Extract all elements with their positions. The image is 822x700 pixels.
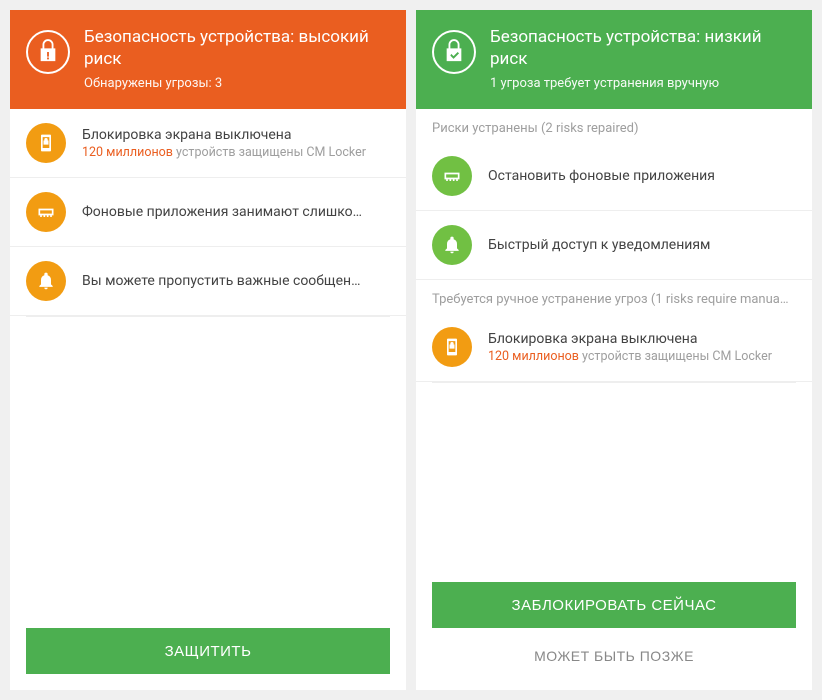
header-text: Безопасность устройства: высокий риск Об… bbox=[84, 26, 390, 91]
footer: ЗАЩИТИТЬ bbox=[10, 616, 406, 690]
ram-icon bbox=[26, 192, 66, 232]
divider bbox=[26, 316, 390, 317]
item-title: Блокировка экрана выключена bbox=[82, 127, 390, 143]
item-title: Вы можете пропустить важные сообщен… bbox=[82, 273, 390, 289]
list-item[interactable]: Остановить фоновые приложения bbox=[416, 142, 812, 211]
phone-left: Безопасность устройства: высокий риск Об… bbox=[10, 10, 406, 690]
lock-check-icon bbox=[432, 30, 476, 74]
item-subtitle: 120 миллионов устройств защищены CM Lock… bbox=[488, 349, 796, 364]
item-title: Блокировка экрана выключена bbox=[488, 331, 796, 347]
maybe-later-button[interactable]: МОЖЕТ БЫТЬ ПОЗЖЕ bbox=[432, 638, 796, 674]
list-item[interactable]: Фоновые приложения занимают слишко… bbox=[10, 178, 406, 247]
lock-alert-icon bbox=[26, 30, 70, 74]
list-item[interactable]: Вы можете пропустить важные сообщен… bbox=[10, 247, 406, 316]
item-title: Быстрый доступ к уведомлениям bbox=[488, 237, 796, 253]
phone-right: Безопасность устройства: низкий риск 1 у… bbox=[416, 10, 812, 690]
phone-lock-icon bbox=[26, 123, 66, 163]
threat-list: Блокировка экрана выключена 120 миллионо… bbox=[10, 109, 406, 616]
item-title: Остановить фоновые приложения bbox=[488, 168, 796, 184]
list-item[interactable]: Блокировка экрана выключена 120 миллионо… bbox=[10, 109, 406, 178]
protect-button[interactable]: ЗАЩИТИТЬ bbox=[26, 628, 390, 674]
phone-lock-icon bbox=[432, 327, 472, 367]
bell-icon bbox=[26, 261, 66, 301]
header-subtitle: 1 угроза требует устранения вручную bbox=[490, 76, 796, 91]
header-text: Безопасность устройства: низкий риск 1 у… bbox=[490, 26, 796, 91]
section-repaired-label: Риски устранены (2 risks repaired) bbox=[416, 109, 812, 142]
list-item[interactable]: Быстрый доступ к уведомлениям bbox=[416, 211, 812, 280]
divider bbox=[432, 382, 796, 383]
header-title: Безопасность устройства: низкий риск bbox=[490, 26, 796, 70]
lock-now-button[interactable]: ЗАБЛОКИРОВАТЬ СЕЙЧАС bbox=[432, 582, 796, 628]
header-title: Безопасность устройства: высокий риск bbox=[84, 26, 390, 70]
risk-content: Риски устранены (2 risks repaired) Остан… bbox=[416, 109, 812, 570]
item-text: Быстрый доступ к уведомлениям bbox=[488, 237, 796, 253]
list-item[interactable]: Блокировка экрана выключена 120 миллионо… bbox=[416, 313, 812, 382]
header-high-risk: Безопасность устройства: высокий риск Об… bbox=[10, 10, 406, 109]
item-text: Блокировка экрана выключена 120 миллионо… bbox=[488, 331, 796, 364]
item-text: Остановить фоновые приложения bbox=[488, 168, 796, 184]
item-text: Блокировка экрана выключена 120 миллионо… bbox=[82, 127, 390, 160]
item-text: Фоновые приложения занимают слишко… bbox=[82, 204, 390, 220]
ram-icon bbox=[432, 156, 472, 196]
item-subtitle: 120 миллионов устройств защищены CM Lock… bbox=[82, 145, 390, 160]
bell-icon bbox=[432, 225, 472, 265]
header-low-risk: Безопасность устройства: низкий риск 1 у… bbox=[416, 10, 812, 109]
item-title: Фоновые приложения занимают слишко… bbox=[82, 204, 390, 220]
header-subtitle: Обнаружены угрозы: 3 bbox=[84, 76, 390, 91]
item-text: Вы можете пропустить важные сообщен… bbox=[82, 273, 390, 289]
footer: ЗАБЛОКИРОВАТЬ СЕЙЧАС МОЖЕТ БЫТЬ ПОЗЖЕ bbox=[416, 570, 812, 690]
section-manual-label: Требуется ручное устранение угроз (1 ris… bbox=[416, 280, 812, 313]
